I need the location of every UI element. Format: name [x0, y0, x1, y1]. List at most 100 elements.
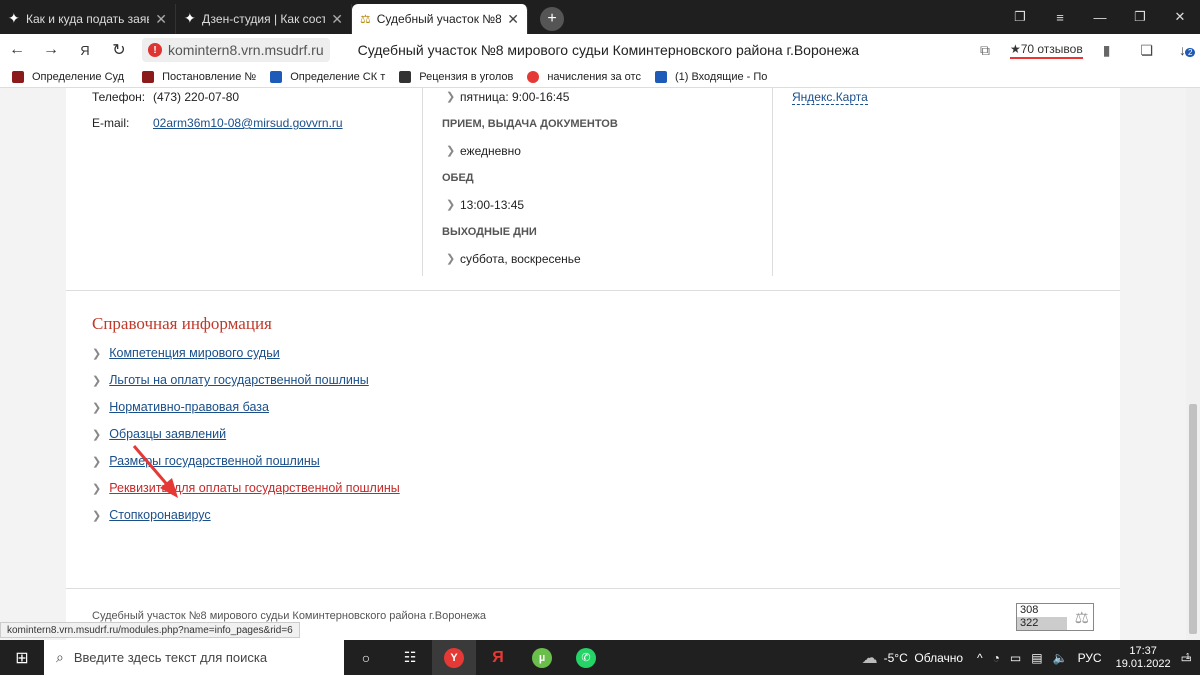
yandex-map-link[interactable]: Яндекс.Карта [792, 90, 868, 105]
url-field[interactable]: ! komintern8.vrn.msudrf.ru [142, 38, 330, 62]
reviews-badge[interactable]: ★70 отзывов [1009, 42, 1083, 59]
page-body: Телефон: (473) 220-07-80 E-mail: 02arm36… [66, 88, 1120, 640]
scrollbar-thumb[interactable] [1189, 404, 1197, 634]
bookmark-label: начисления за отс [547, 70, 641, 83]
link-legal-base[interactable]: Нормативно-правовая база [109, 400, 269, 414]
restore-icon[interactable]: ❐ [1120, 9, 1160, 25]
phone-value: (473) 220-07-80 [153, 90, 240, 104]
widgets-icon[interactable]: ☷ [388, 640, 432, 675]
chevron-right-icon: ❯ [92, 428, 102, 441]
link-sample-forms[interactable]: Образцы заявлений [109, 427, 226, 441]
collections-icon[interactable]: ❏ [1140, 42, 1153, 59]
tab-1[interactable]: Как и куда подать заявлен ✕ [0, 4, 176, 34]
tab-3-active[interactable]: ⚖ Судебный участок №8 ✕ [352, 4, 528, 34]
email-link[interactable]: 02arm36m10-08@mirsud.govvrn.ru [153, 116, 343, 130]
weekend-value: суббота, воскресенье [460, 252, 581, 266]
bookmark-item[interactable]: (1) Входящие - По [654, 70, 767, 83]
chevron-right-icon: ❯ [446, 253, 456, 265]
tab-2[interactable]: Дзен-студия | Как состави ✕ [176, 4, 352, 34]
language-indicator[interactable]: РУС [1078, 651, 1102, 665]
court-icon [12, 70, 24, 83]
battery-icon[interactable]: ▭ [1010, 651, 1021, 665]
utorrent-icon[interactable]: µ [520, 640, 564, 675]
chevron-right-icon: ❯ [446, 91, 456, 103]
link-fee-amounts[interactable]: Размеры государственной пошлины [109, 454, 320, 468]
phone-label: Телефон: [92, 90, 146, 104]
whatsapp-icon[interactable]: ✆ [564, 640, 608, 675]
bookmark-item[interactable]: начисления за отс [527, 70, 641, 83]
windows-start-icon[interactable]: ⊞ [0, 648, 44, 668]
court-icon [142, 70, 155, 83]
bookmark-item[interactable]: Определение Суд [12, 70, 124, 83]
taskbar-search[interactable]: ⌕ Введите здесь текст для поиска [44, 640, 344, 675]
tray-app-icon[interactable]: ◔ [993, 651, 1000, 665]
list-item: ❯ Реквизиты для оплаты государственной по… [92, 481, 400, 495]
bookmark-item[interactable]: Рецензия в уголов [399, 70, 514, 83]
weather-text[interactable]: -5°C Облачно [884, 651, 963, 665]
chevron-right-icon: ❯ [92, 401, 102, 414]
task-view-icon[interactable]: ○ [344, 640, 388, 675]
window-controls: ❐ ≡ — ❐ ✕ [1000, 0, 1200, 34]
scales-icon: ⚖ [1074, 610, 1089, 627]
close-window-icon[interactable]: ✕ [1160, 9, 1200, 25]
link-benefits[interactable]: Льготы на оплату государственной пошлины [109, 373, 369, 387]
yandex-app-icon[interactable]: Я [476, 640, 520, 675]
bookmark-icon[interactable]: ▮ [1103, 42, 1111, 59]
link-competence[interactable]: Компетенция мирового судьи [109, 346, 279, 360]
schedule-friday: пятница: 9:00-16:45 [460, 90, 570, 104]
tab-2-label: Дзен-студия | Как состави [202, 12, 325, 26]
bookmark-item[interactable]: Постановление № [142, 70, 257, 83]
extension-icon[interactable]: ⧉ [980, 42, 990, 59]
list-item: ❯ Образцы заявлений [92, 427, 226, 441]
yandex-browser-app-icon[interactable]: Y [432, 640, 476, 675]
bookmarks-bar: Определение Суд Постановление № Определе… [0, 66, 1200, 88]
downloads-badge: 2 [1185, 48, 1196, 57]
system-tray: ☁ -5°C Облачно ^ ◔ ▭ ▤ 🔈 РУС 17:37 19.01… [862, 640, 1200, 675]
tab-3-label: Судебный участок №8 [376, 12, 502, 26]
lvi-icon [399, 70, 412, 83]
tab-close-icon[interactable]: ✕ [507, 11, 519, 28]
page-viewport: Телефон: (473) 220-07-80 E-mail: 02arm36… [0, 88, 1186, 640]
section-divider [66, 290, 1120, 291]
tray-chevron-icon[interactable]: ^ [977, 651, 983, 665]
minimize-icon[interactable]: — [1080, 10, 1120, 25]
link-status-bar: komintern8.vrn.msudrf.ru/modules.php?nam… [0, 622, 300, 638]
tab-close-icon[interactable]: ✕ [155, 11, 167, 28]
network-icon[interactable]: ▤ [1031, 651, 1042, 665]
mail-ru-icon [270, 70, 283, 83]
chevron-right-icon: ❯ [92, 374, 102, 387]
chevron-right-icon: ❯ [446, 145, 456, 157]
visit-counter[interactable]: 308 322 ⚖ [1016, 603, 1094, 631]
scales-icon: ⚖ [360, 12, 371, 26]
yandex-icon[interactable]: Я [68, 43, 102, 58]
list-item: ❯ Нормативно-правовая база [92, 400, 269, 414]
yandex-icon [527, 70, 540, 83]
forward-icon[interactable]: → [34, 41, 68, 59]
windows-taskbar: ⊞ ⌕ Введите здесь текст для поиска ○ ☷ Y… [0, 640, 1200, 675]
column-divider [422, 88, 423, 276]
new-tab-button[interactable]: + [540, 7, 564, 31]
tab-close-icon[interactable]: ✕ [331, 11, 343, 28]
vertical-scrollbar[interactable] [1186, 88, 1200, 640]
counter-bottom: 322 [1017, 617, 1067, 630]
notifications-icon[interactable]: ▭ 1 [1181, 651, 1192, 665]
bookmark-item[interactable]: Определение СК т [270, 70, 386, 83]
bookmark-label: Рецензия в уголов [419, 70, 514, 83]
bookmark-label: Определение СК т [290, 70, 386, 83]
reload-icon[interactable]: ↻ [102, 40, 136, 60]
bookmark-label: Постановление № [162, 70, 257, 83]
downloads-icon[interactable]: ↓ 2 [1179, 42, 1196, 58]
tabs-list-icon[interactable]: ❐ [1000, 9, 1040, 25]
weekend-heading: ВЫХОДНЫЕ ДНИ [442, 226, 537, 238]
volume-icon[interactable]: 🔈 [1053, 651, 1068, 665]
chevron-right-icon: ❯ [92, 347, 102, 360]
link-payment-details[interactable]: Реквизиты для оплаты государственной пош… [109, 481, 400, 495]
back-icon[interactable]: ← [0, 41, 34, 59]
insecure-warning-icon[interactable]: ! [148, 43, 162, 57]
chevron-right-icon: ❯ [446, 199, 456, 211]
menu-icon[interactable]: ≡ [1040, 10, 1080, 25]
column-divider [772, 88, 773, 276]
link-stop-coronavirus[interactable]: Стопкоронавирус [109, 508, 210, 522]
clock[interactable]: 17:37 19.01.2022 [1116, 645, 1171, 671]
lunch-value: 13:00-13:45 [460, 198, 525, 212]
